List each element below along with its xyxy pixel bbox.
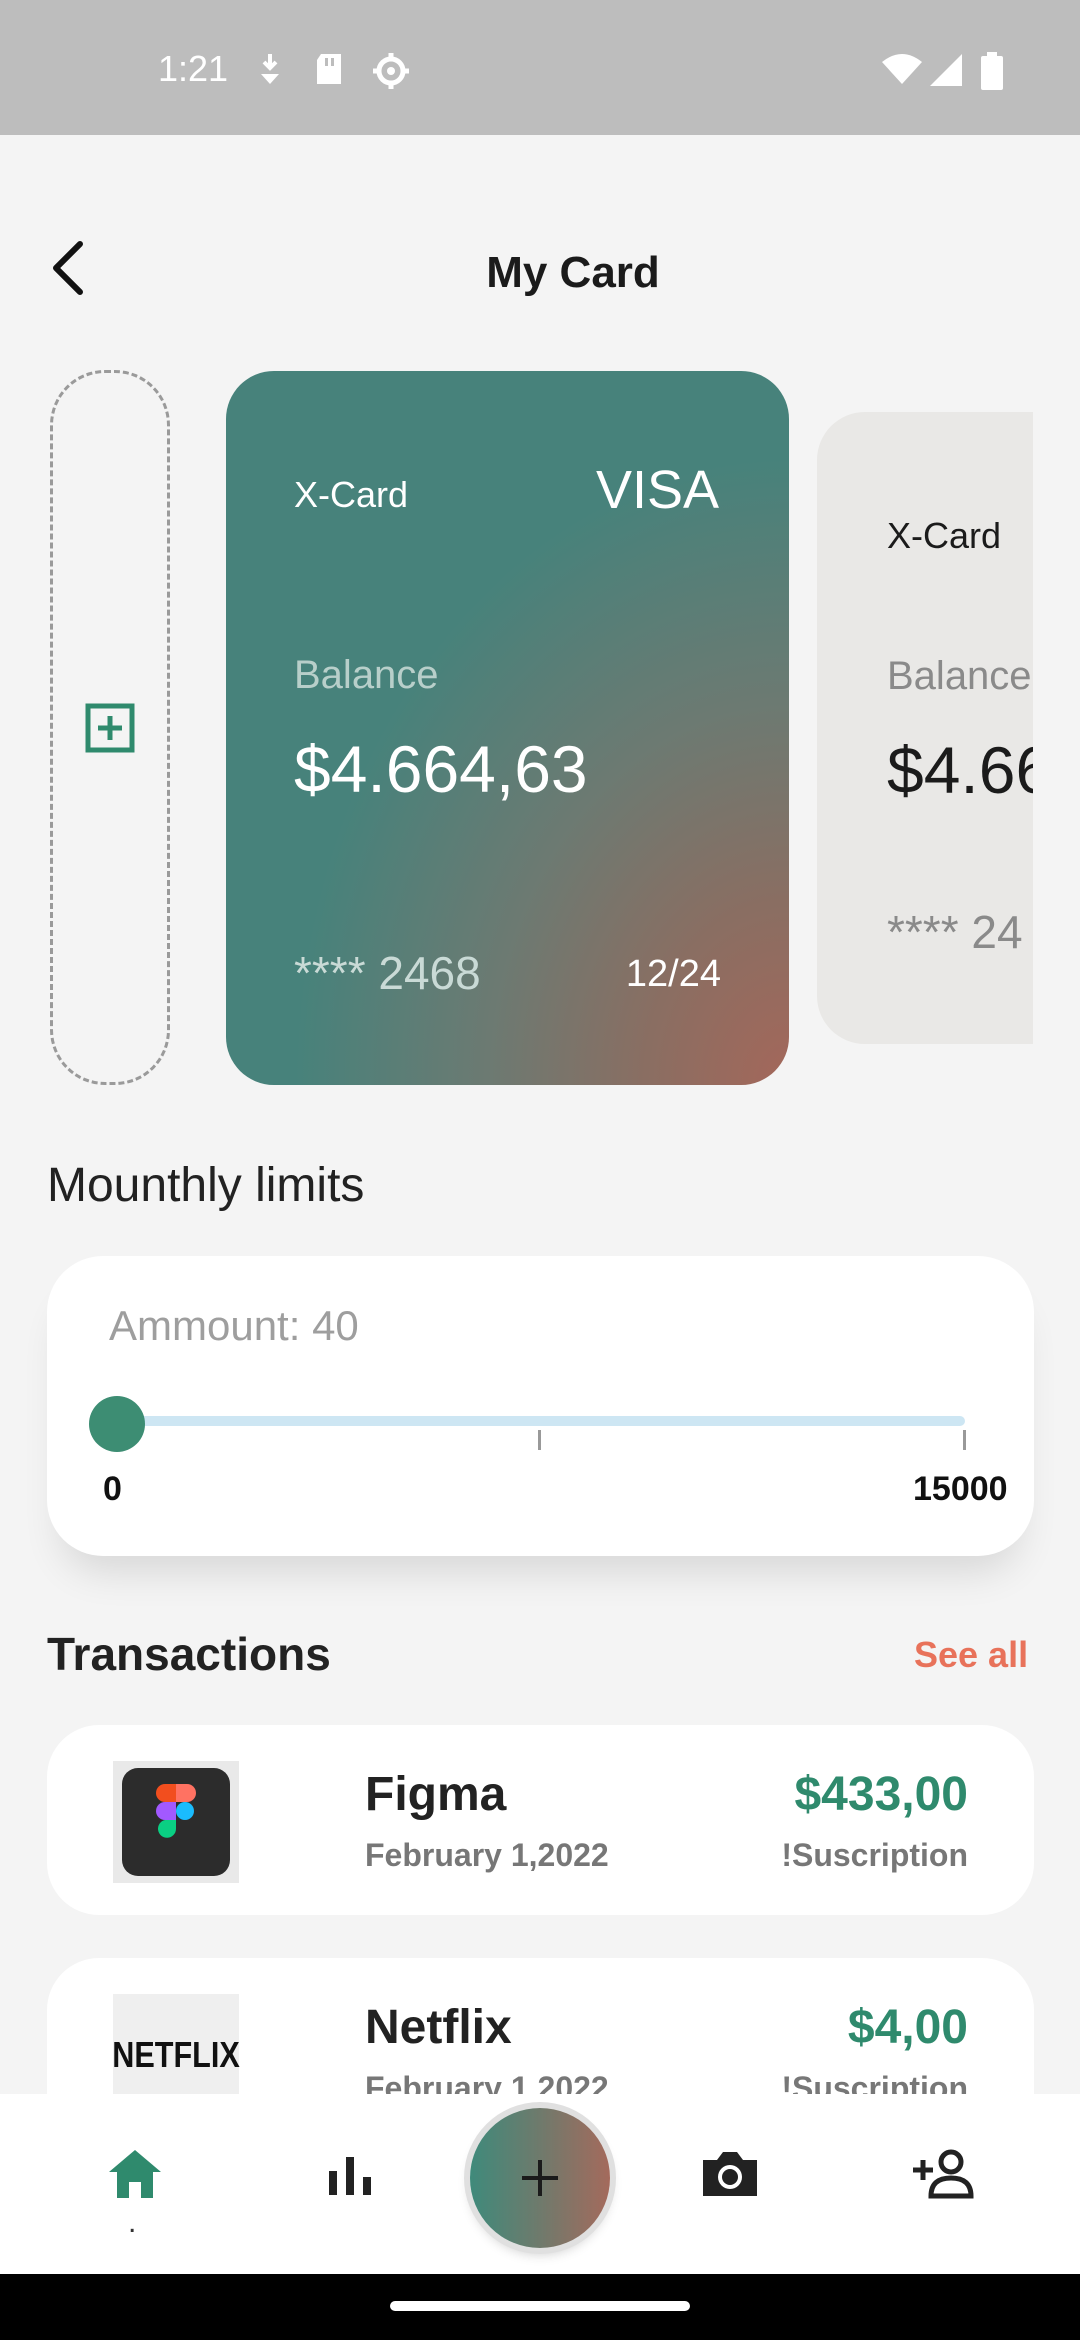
bar-chart-icon bbox=[329, 2157, 371, 2195]
balance-label: Balance bbox=[887, 654, 1032, 698]
transaction-amount: $433,00 bbox=[794, 1768, 968, 1821]
amount-label: Ammount: 40 bbox=[109, 1302, 359, 1349]
transaction-date: February 1,2022 bbox=[365, 1837, 609, 1873]
transaction-name: Netflix bbox=[365, 2001, 512, 2054]
see-all-link[interactable]: See all bbox=[914, 1634, 1028, 1676]
page-title: My Card bbox=[486, 248, 660, 297]
card-number: **** 2468 bbox=[294, 947, 481, 999]
nav-camera[interactable] bbox=[690, 2134, 770, 2214]
person-add-icon bbox=[913, 2149, 974, 2199]
transaction-amount: $4,00 bbox=[847, 2001, 968, 2054]
nav-add-person[interactable] bbox=[905, 2134, 985, 2214]
limit-slider-thumb[interactable] bbox=[89, 1396, 146, 1452]
status-bar: 1:21 bbox=[0, 0, 1080, 135]
transaction-name: Figma bbox=[365, 1768, 507, 1821]
add-box-icon bbox=[85, 703, 135, 752]
slider-tick bbox=[538, 1430, 541, 1450]
slider-min-label: 0 bbox=[103, 1470, 122, 1508]
cell-signal-icon bbox=[930, 54, 962, 86]
add-fab-button[interactable] bbox=[470, 2108, 610, 2248]
sd-card-icon bbox=[317, 54, 341, 84]
card-balance: $4.66 bbox=[887, 733, 1053, 807]
card-expiry: 12/24 bbox=[625, 953, 721, 995]
netflix-logo-text: NETFLIX bbox=[112, 2034, 240, 2075]
nav-stats[interactable] bbox=[310, 2134, 390, 2214]
limit-slider-track[interactable] bbox=[115, 1416, 965, 1426]
wifi-icon bbox=[882, 54, 922, 84]
home-gesture-handle[interactable] bbox=[390, 2301, 690, 2311]
status-time: 1:21 bbox=[158, 48, 229, 89]
battery-icon bbox=[981, 52, 1003, 90]
card-name: X-Card bbox=[887, 515, 1002, 556]
home-icon bbox=[109, 2150, 161, 2198]
transaction-type: !Suscription bbox=[781, 1837, 968, 1873]
bottom-navigation: . bbox=[0, 2094, 1080, 2274]
slider-tick bbox=[963, 1430, 966, 1450]
credit-card-primary[interactable]: X-Card VISA Balance $4.664,63 **** 2468 … bbox=[226, 371, 789, 1085]
figma-logo-icon bbox=[113, 1761, 239, 1883]
balance-label: Balance bbox=[294, 653, 439, 697]
plus-icon bbox=[522, 2160, 558, 2196]
slider-max-label: 15000 bbox=[913, 1470, 1008, 1508]
card-balance: $4.664,63 bbox=[294, 732, 588, 806]
settings-status-icon bbox=[373, 53, 409, 89]
card-brand: VISA bbox=[595, 460, 719, 520]
limits-panel: Ammount: 40 0 15000 bbox=[47, 1256, 1034, 1556]
card-name: X-Card bbox=[294, 474, 409, 515]
card-number: **** 24 bbox=[887, 906, 1023, 958]
nav-home-indicator: . bbox=[128, 2206, 137, 2239]
download-status-icon bbox=[261, 54, 279, 84]
nav-home[interactable] bbox=[95, 2134, 175, 2214]
add-card-button[interactable] bbox=[50, 370, 170, 1085]
camera-icon bbox=[703, 2152, 757, 2196]
transaction-item[interactable]: Figma February 1,2022 $433,00 !Suscripti… bbox=[47, 1725, 1034, 1915]
transactions-title: Transactions bbox=[47, 1628, 331, 1680]
card-carousel-edge bbox=[1033, 380, 1080, 1100]
limits-title: Mounthly limits bbox=[47, 1159, 365, 1212]
